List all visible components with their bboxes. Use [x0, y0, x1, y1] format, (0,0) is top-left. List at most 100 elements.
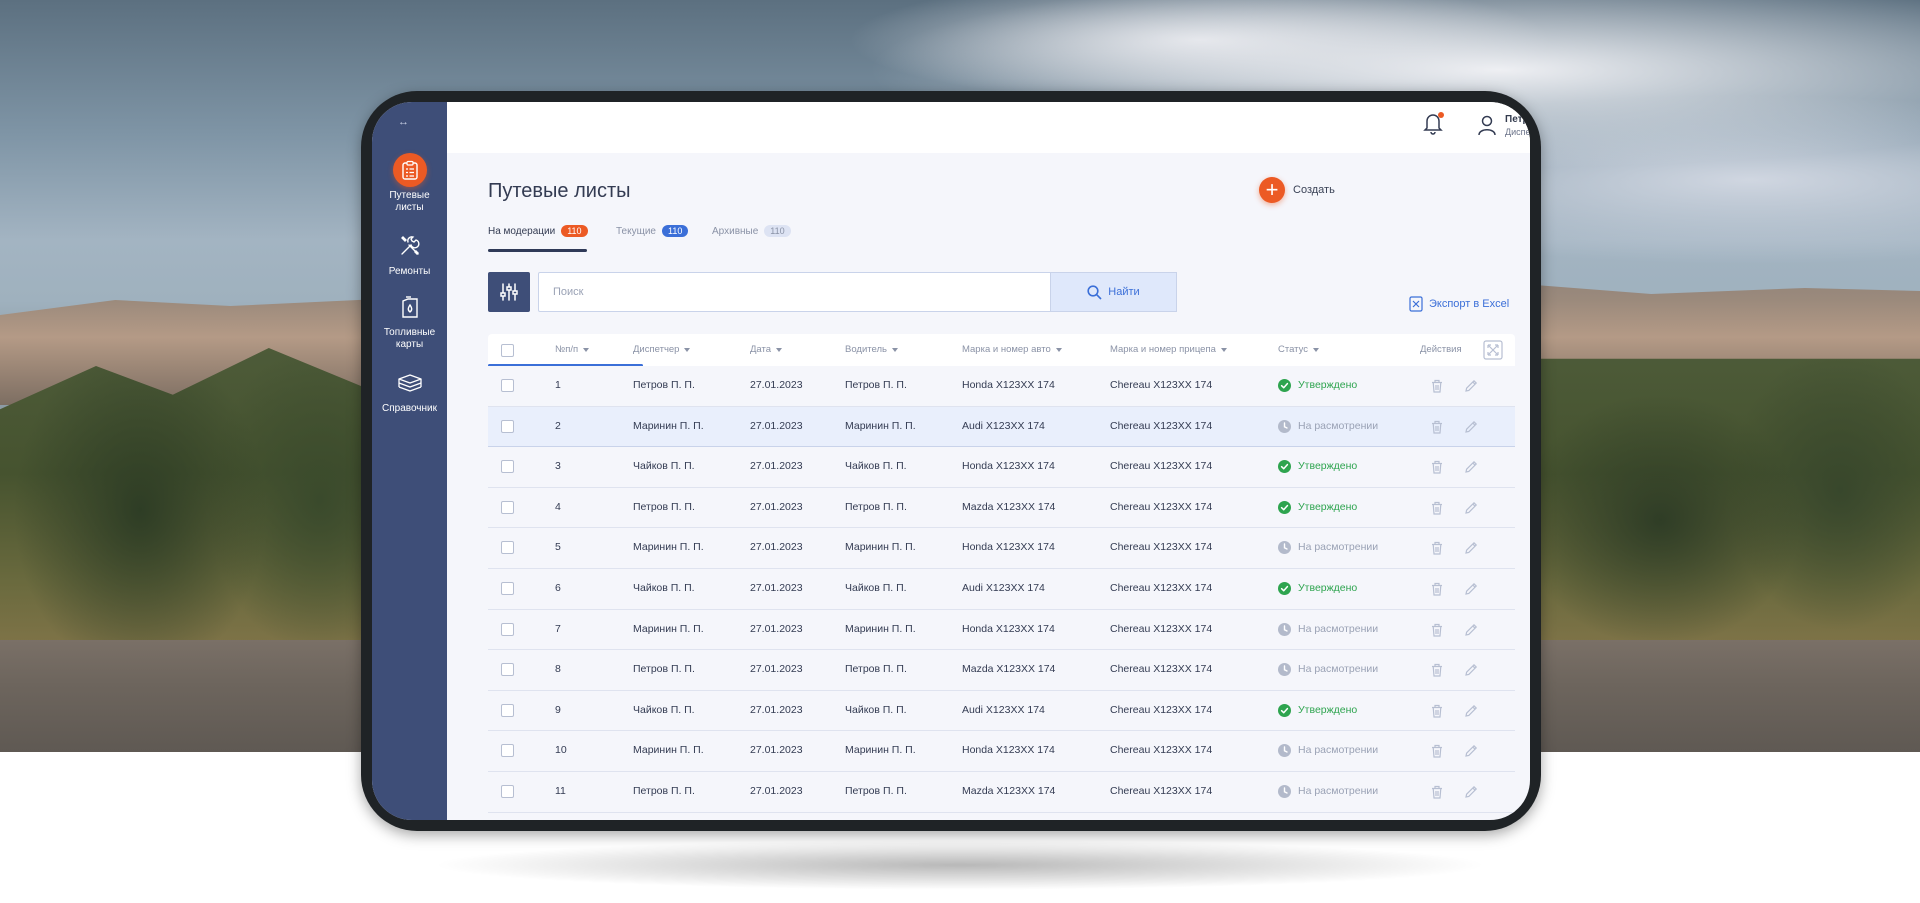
column-header-number[interactable]: №п/п — [555, 334, 590, 366]
cell-number: 5 — [555, 541, 561, 554]
select-all-checkbox[interactable] — [501, 344, 514, 357]
sidebar: ↔ Путевые листы Ремонты Топливные карты … — [372, 102, 447, 820]
cell-dispatcher: Петров П. П. — [633, 379, 695, 391]
column-header-date[interactable]: Дата — [750, 334, 783, 366]
status-text: На расмотрении — [1298, 663, 1379, 676]
row-checkbox[interactable] — [501, 581, 514, 595]
sidebar-item-waybills[interactable]: Путевые листы — [372, 153, 447, 214]
table-row[interactable]: 9 Чайков П. П. 27.01.2023 Чайков П. П. Audi … — [488, 690, 1515, 732]
column-header-driver[interactable]: Водитель — [845, 334, 898, 366]
stack-icon — [393, 366, 427, 400]
cell-trailer: Chereau X123XX 174 — [1110, 581, 1213, 594]
row-checkbox[interactable] — [501, 460, 514, 474]
status-text: Утверждено — [1298, 581, 1358, 594]
pencil-icon[interactable] — [1464, 460, 1478, 474]
column-header-label: №п/п — [555, 344, 579, 355]
column-header-trailer[interactable]: Марка и номер прицепа — [1110, 334, 1227, 366]
cell-status: На расмотрении — [1278, 407, 1378, 446]
trash-icon[interactable] — [1430, 420, 1444, 434]
column-header-label: Дата — [750, 344, 772, 355]
table-row[interactable]: 6 Чайков П. П. 27.01.2023 Чайков П. П. Audi … — [488, 568, 1515, 610]
trash-icon[interactable] — [1430, 460, 1444, 474]
trash-icon[interactable] — [1430, 623, 1444, 637]
sidebar-item-fuel-cards[interactable]: Топливные карты — [372, 290, 447, 351]
cell-trailer: Chereau X123XX 174 — [1110, 784, 1213, 797]
row-checkbox[interactable] — [501, 541, 514, 555]
filter-button[interactable] — [488, 272, 530, 312]
cell-car: Honda X123XX 174 — [962, 379, 1055, 391]
check-circle-icon — [1278, 500, 1291, 514]
table-row[interactable]: 10 Маринин П. П. 27.01.2023 Маринин П. П. Ho… — [488, 731, 1515, 772]
sidebar-item-repairs[interactable]: Ремонты — [372, 229, 447, 278]
sort-caret-icon — [1055, 348, 1062, 352]
sort-caret-icon — [891, 348, 898, 352]
pencil-icon[interactable] — [1464, 379, 1478, 393]
clock-icon — [1278, 622, 1291, 636]
pencil-icon[interactable] — [1464, 420, 1478, 434]
cell-car: Audi X123XX 174 — [962, 419, 1045, 432]
column-header-status[interactable]: Статус — [1278, 334, 1320, 366]
trash-icon[interactable] — [1430, 379, 1444, 393]
table-body: 1 Петров П. П. 27.01.2023 Петров П. П. Honda… — [488, 366, 1515, 813]
row-checkbox[interactable] — [501, 622, 514, 636]
fuel-can-icon — [393, 290, 427, 324]
pencil-icon[interactable] — [1464, 582, 1478, 596]
collapse-arrows-icon[interactable]: ↔ — [398, 116, 409, 128]
tab-current[interactable]: Текущие 110 — [616, 225, 689, 237]
table-row[interactable]: 3 Чайков П. П. 27.01.2023 Чайков П. П. Honda… — [488, 447, 1515, 488]
cell-date: 27.01.2023 — [750, 622, 803, 635]
cell-driver: Петров П. П. — [845, 784, 907, 797]
status-text: Утверждено — [1298, 460, 1358, 473]
pencil-icon[interactable] — [1464, 623, 1478, 637]
table-row[interactable]: 11 Петров П. П. 27.01.2023 Петров П. П. Mazd… — [488, 771, 1515, 813]
cell-driver: Маринин П. П. — [845, 541, 916, 554]
table-row[interactable]: 1 Петров П. П. 27.01.2023 Петров П. П. Honda… — [488, 366, 1515, 407]
trash-icon[interactable] — [1430, 541, 1444, 555]
page-title: Путевые листы — [488, 180, 631, 202]
row-checkbox[interactable] — [501, 663, 514, 677]
trash-icon[interactable] — [1430, 744, 1444, 758]
cell-driver: Петров П. П. — [845, 379, 907, 391]
table-row[interactable]: 4 Петров П. П. 27.01.2023 Петров П. П. Mazda… — [488, 487, 1515, 529]
pencil-icon[interactable] — [1464, 704, 1478, 718]
cell-dispatcher: Петров П. П. — [633, 784, 695, 797]
search-icon — [1087, 284, 1102, 300]
row-checkbox[interactable] — [501, 784, 514, 798]
column-header-car[interactable]: Марка и номер авто — [962, 334, 1062, 366]
export-excel-link[interactable]: Экспорт в Excel — [1409, 296, 1509, 312]
trash-icon[interactable] — [1430, 704, 1444, 718]
pencil-icon[interactable] — [1464, 663, 1478, 677]
table-row[interactable]: 2 Маринин П. П. 27.01.2023 Маринин П. П. Aud… — [488, 406, 1515, 448]
cell-number: 10 — [555, 744, 567, 757]
tablet-device: ↔ Путевые листы Ремонты Топливные карты … — [361, 91, 1541, 831]
sidebar-item-reference[interactable]: Справочник — [372, 366, 447, 415]
trash-icon[interactable] — [1430, 663, 1444, 677]
trash-icon[interactable] — [1430, 501, 1444, 515]
tab-moderation[interactable]: На модерации 110 — [488, 225, 588, 237]
row-checkbox[interactable] — [501, 379, 514, 392]
pencil-icon[interactable] — [1464, 501, 1478, 515]
row-checkbox[interactable] — [501, 419, 514, 433]
cell-car: Mazda X123XX 174 — [962, 500, 1056, 513]
trash-icon[interactable] — [1430, 582, 1444, 596]
row-checkbox[interactable] — [501, 744, 514, 758]
check-circle-icon — [1278, 379, 1291, 392]
cell-car: Honda X123XX 174 — [962, 744, 1055, 757]
pencil-icon[interactable] — [1464, 744, 1478, 758]
table-row[interactable]: 5 Маринин П. П. 27.01.2023 Маринин П. П. Hon… — [488, 528, 1515, 569]
search-input[interactable] — [538, 272, 1080, 312]
table-row[interactable]: 8 Петров П. П. 27.01.2023 Петров П. П. Mazda… — [488, 650, 1515, 691]
cell-driver: Чайков П. П. — [845, 703, 907, 716]
row-checkbox[interactable] — [501, 500, 514, 514]
pencil-icon[interactable] — [1464, 785, 1478, 799]
create-button[interactable]: + Создать — [1259, 177, 1335, 203]
trash-icon[interactable] — [1430, 785, 1444, 799]
pencil-icon[interactable] — [1464, 541, 1478, 555]
table-row[interactable]: 7 Маринин П. П. 27.01.2023 Маринин П. П. Hon… — [488, 609, 1515, 651]
tab-archive[interactable]: Архивные 110 — [712, 225, 791, 237]
row-checkbox[interactable] — [501, 703, 514, 717]
search-button[interactable]: Найти — [1050, 272, 1177, 312]
user-role: Диспетчер — [1505, 127, 1530, 137]
fullscreen-icon[interactable] — [1483, 340, 1503, 360]
column-header-dispatcher[interactable]: Диспетчер — [633, 334, 691, 366]
